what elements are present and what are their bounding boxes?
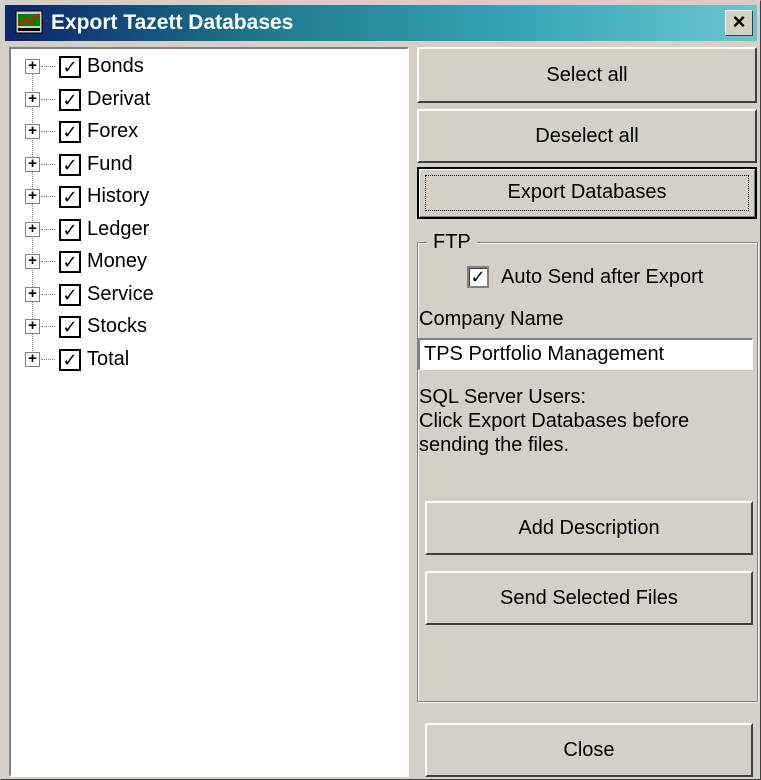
expand-icon[interactable]: + (25, 286, 40, 302)
tree-item-checkbox[interactable]: ✓ (59, 348, 81, 371)
tree-connector (41, 131, 55, 132)
tree-item[interactable]: + ✓ Forex (25, 116, 385, 148)
tree-item-label: Money (87, 250, 148, 272)
export-dialog: Export Tazett Databases × + ✓ Bonds + ✓ Deriv… (0, 0, 761, 780)
tree-item-checkbox[interactable]: ✓ (59, 153, 81, 176)
expand-icon[interactable]: + (25, 351, 40, 367)
expand-icon[interactable]: + (25, 91, 40, 107)
tree-item-checkbox[interactable]: ✓ (59, 218, 81, 241)
ftp-legend: FTP (427, 231, 477, 253)
tree-connector (41, 293, 55, 295)
tree-item[interactable]: + ✓ Ledger (25, 214, 385, 246)
tree-item[interactable]: + ✓ Derivat (25, 84, 385, 116)
send-selected-files-button[interactable]: Send Selected Files (425, 571, 753, 625)
tree-item[interactable]: + ✓ Service (25, 279, 385, 311)
sql-note-line1: SQL Server Users: (419, 386, 587, 408)
tree-item[interactable]: + ✓ Bonds (25, 51, 385, 83)
tree-connector (41, 98, 55, 100)
expand-icon[interactable]: + (25, 221, 40, 237)
tree-item-checkbox[interactable]: ✓ (59, 88, 81, 111)
export-databases-button[interactable]: Export Databases (417, 167, 757, 219)
tree-item-label: Derivat (87, 87, 151, 110)
title-bar[interactable]: Export Tazett Databases × (5, 5, 757, 41)
tree-item-label: Service (87, 282, 154, 305)
database-tree[interactable]: + ✓ Bonds + ✓ Derivat + ✓ Forex + ✓ Fund + ✓ History + ✓… (9, 47, 409, 777)
tree-connector (41, 358, 55, 360)
deselect-all-button[interactable]: Deselect all (417, 109, 757, 163)
expand-icon[interactable]: + (25, 318, 40, 334)
tree-item[interactable]: + ✓ Money (25, 246, 385, 278)
tree-item-label: Bonds (87, 55, 144, 77)
sql-note-line2: Click Export Databases before (419, 410, 690, 432)
company-name-input[interactable] (418, 338, 753, 370)
app-icon (15, 10, 43, 34)
tree-item-checkbox[interactable]: ✓ (59, 121, 81, 143)
tree-item-label: Fund (87, 152, 133, 175)
expand-icon[interactable]: + (25, 253, 40, 269)
tree-item[interactable]: + ✓ Stocks (25, 311, 385, 343)
tree-item[interactable]: + ✓ History (25, 181, 385, 213)
tree-item-checkbox[interactable]: ✓ (59, 316, 81, 338)
expand-icon[interactable]: + (25, 188, 40, 204)
tree-item[interactable]: + ✓ Fund (25, 149, 385, 181)
company-name-label: Company Name (419, 308, 564, 330)
tree-item-label: History (87, 185, 150, 207)
tree-item-label: Stocks (87, 315, 148, 337)
tree-connector (41, 326, 55, 327)
auto-send-checkbox[interactable]: ✓ (467, 266, 489, 288)
auto-send-label: Auto Send after Export (501, 266, 704, 288)
close-icon[interactable]: × (725, 10, 753, 36)
tree-item-checkbox[interactable]: ✓ (59, 251, 81, 273)
tree-connector (41, 66, 55, 67)
tree-item-checkbox[interactable]: ✓ (59, 186, 81, 208)
expand-icon[interactable]: + (25, 156, 40, 172)
tree-connector (41, 196, 55, 197)
expand-icon[interactable]: + (25, 58, 40, 74)
tree-connector (41, 228, 55, 230)
window-title: Export Tazett Databases (51, 11, 294, 34)
add-description-button[interactable]: Add Description (425, 501, 753, 555)
tree-item-label: Total (87, 347, 130, 370)
expand-icon[interactable]: + (25, 123, 40, 139)
tree-item-checkbox[interactable]: ✓ (59, 56, 81, 78)
select-all-button[interactable]: Select all (417, 47, 757, 103)
tree-connector (41, 261, 55, 262)
tree-item-label: Ledger (87, 217, 150, 240)
sql-note-line3: sending the files. (419, 434, 570, 456)
tree-item-checkbox[interactable]: ✓ (59, 283, 81, 306)
close-button[interactable]: Close (425, 723, 753, 777)
tree-connector (41, 163, 55, 165)
tree-item[interactable]: + ✓ Total (25, 344, 385, 376)
tree-item-label: Forex (87, 120, 139, 142)
